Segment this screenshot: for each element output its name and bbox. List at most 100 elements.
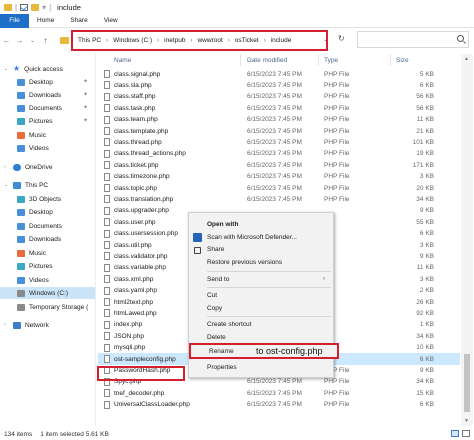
- breadcrumb-osticket[interactable]: osTicket: [235, 37, 259, 44]
- nav-item-onedrive[interactable]: › OneDrive: [4, 161, 52, 173]
- file-row[interactable]: class.team.php 6/15/2023 7:45 PM PHP File 1…: [98, 114, 460, 126]
- breadcrumb-wwwroot[interactable]: wwwroot: [197, 37, 222, 44]
- tab-view[interactable]: View: [96, 14, 126, 28]
- refresh-icon[interactable]: ↻: [338, 34, 345, 43]
- file-row[interactable]: class.staff.php 6/15/2023 7:45 PM PHP File…: [98, 91, 460, 103]
- column-header-type[interactable]: Type: [324, 54, 338, 66]
- nav-item-network[interactable]: › Network: [4, 319, 49, 331]
- chevron-right-icon[interactable]: ›: [228, 38, 230, 44]
- pin-icon[interactable]: ✦: [83, 91, 88, 98]
- menu-item-send-to[interactable]: Send to: [207, 276, 229, 283]
- file-row[interactable]: UniversalClassLoader.php 6/15/2023 7:45 P…: [98, 399, 460, 411]
- nav-item-music-pc[interactable]: Music: [17, 247, 46, 259]
- nav-item-pictures-pc[interactable]: Pictures: [17, 260, 52, 272]
- scrollbar-thumb[interactable]: [464, 354, 470, 412]
- nav-item-videos-pc[interactable]: Videos: [17, 274, 49, 286]
- quick-access-dropdown-icon[interactable]: ▾: [42, 3, 46, 12]
- menu-item-scan-defender[interactable]: Scan with Microsoft Defender...: [207, 234, 297, 241]
- file-row[interactable]: class.ticket.php 6/15/2023 7:45 PM PHP Fil…: [98, 159, 460, 171]
- file-row[interactable]: class.timezone.php 6/15/2023 7:45 PM PHP F…: [98, 171, 460, 183]
- file-date: 6/15/2023 7:45 PM: [247, 116, 302, 124]
- pin-icon[interactable]: ✦: [83, 117, 88, 124]
- chevron-right-icon[interactable]: ›: [264, 38, 266, 44]
- breadcrumb-inetpub[interactable]: inetpub: [164, 37, 185, 44]
- chevron-right-icon[interactable]: ›: [106, 38, 108, 44]
- nav-item-music[interactable]: Music: [17, 129, 46, 141]
- breadcrumb-include[interactable]: include: [271, 37, 292, 44]
- nav-item-downloads-pc[interactable]: Downloads: [17, 233, 61, 245]
- file-row[interactable]: class.task.php 6/15/2023 7:45 PM PHP File 5…: [98, 102, 460, 114]
- vertical-scrollbar[interactable]: ▲ ▼: [461, 54, 473, 426]
- menu-item-delete[interactable]: Delete: [207, 334, 226, 341]
- breadcrumb-this-pc[interactable]: This PC: [78, 37, 101, 44]
- nav-item-quick-access[interactable]: ⌄ ★ Quick access: [4, 63, 63, 75]
- column-divider[interactable]: [240, 54, 241, 66]
- menu-item-copy[interactable]: Copy: [207, 305, 222, 312]
- tab-home[interactable]: Home: [29, 14, 62, 28]
- address-bar[interactable]: This PC › Windows (C:) › inetpub › wwwro…: [71, 30, 328, 51]
- file-row[interactable]: class.sla.php 6/15/2023 7:45 PM PHP File 6 …: [98, 79, 460, 91]
- column-divider[interactable]: [318, 54, 319, 66]
- php-file-icon: [104, 320, 110, 329]
- recent-locations-chevron-icon[interactable]: ⌄: [26, 37, 39, 44]
- nav-item-3d-objects[interactable]: 3D Objects: [17, 193, 61, 205]
- new-folder-icon[interactable]: [31, 3, 40, 11]
- file-row[interactable]: class.thread.php 6/15/2023 7:45 PM PHP Fil…: [98, 136, 460, 148]
- scroll-down-icon[interactable]: ▼: [464, 418, 469, 424]
- php-file-icon: [104, 70, 110, 78]
- scroll-up-icon[interactable]: ▲: [464, 56, 469, 62]
- nav-item-desktop-pc[interactable]: Desktop: [17, 206, 53, 218]
- file-date: 6/15/2023 7:45 PM: [247, 81, 302, 89]
- nav-item-temporary-storage[interactable]: Temporary Storage (: [17, 301, 88, 313]
- tab-file[interactable]: File: [0, 13, 29, 28]
- pin-icon[interactable]: ✦: [83, 78, 88, 85]
- nav-item-desktop[interactable]: Desktop: [17, 76, 53, 88]
- menu-item-rename[interactable]: Rename to ost-config.php: [189, 343, 339, 359]
- nav-item-videos[interactable]: Videos: [17, 142, 49, 154]
- nav-item-windows-c[interactable]: Windows (C:): [0, 287, 95, 299]
- menu-item-properties[interactable]: Properties: [207, 364, 237, 371]
- pin-icon[interactable]: ✦: [83, 104, 88, 111]
- file-row[interactable]: class.signal.php 6/15/2023 7:45 PM PHP Fil…: [98, 68, 460, 80]
- file-row[interactable]: class.thread_actions.php 6/15/2023 7:45 P…: [98, 148, 460, 160]
- nav-item-documents[interactable]: Documents: [17, 102, 62, 114]
- chevron-down-icon[interactable]: ⌄: [4, 66, 9, 72]
- documents-icon: [17, 222, 25, 230]
- menu-item-restore-versions[interactable]: Restore previous versions: [207, 259, 282, 266]
- large-icons-view-icon[interactable]: [462, 430, 470, 437]
- search-input[interactable]: [357, 31, 469, 48]
- column-header-date[interactable]: Date modified: [247, 54, 287, 66]
- chevron-down-icon[interactable]: ⌄: [4, 182, 9, 188]
- up-arrow-icon[interactable]: ↑: [39, 36, 52, 45]
- tab-share[interactable]: Share: [62, 14, 95, 28]
- nav-item-pictures[interactable]: Pictures: [17, 115, 52, 127]
- chevron-right-icon[interactable]: ›: [157, 38, 159, 44]
- properties-icon[interactable]: [20, 3, 29, 11]
- nav-item-this-pc[interactable]: ⌄ This PC: [4, 179, 48, 191]
- menu-item-cut[interactable]: Cut: [207, 292, 217, 299]
- details-view-icon[interactable]: [451, 430, 459, 437]
- php-file-icon: [104, 263, 110, 272]
- breadcrumb-windows-c[interactable]: Windows (C:): [113, 37, 152, 44]
- file-row[interactable]: class.template.php 6/15/2023 7:45 PM PHP F…: [98, 125, 460, 137]
- menu-item-share[interactable]: Share: [207, 246, 224, 253]
- menu-item-open-with[interactable]: Open with: [207, 221, 238, 228]
- file-name: class.user.php: [114, 218, 156, 226]
- php-file-icon: [104, 184, 110, 192]
- file-row[interactable]: class.translation.php 6/15/2023 7:45 PM PH…: [98, 193, 460, 205]
- chevron-right-icon[interactable]: ›: [190, 38, 192, 44]
- forward-arrow-icon[interactable]: →: [13, 36, 26, 45]
- chevron-right-icon[interactable]: ›: [4, 322, 9, 328]
- chevron-right-icon[interactable]: ›: [4, 164, 9, 170]
- column-header-size[interactable]: Size: [396, 54, 409, 66]
- file-name: class.variable.php: [114, 264, 167, 272]
- column-divider[interactable]: [390, 54, 391, 66]
- file-row[interactable]: class.topic.php 6/15/2023 7:45 PM PHP File…: [98, 182, 460, 194]
- menu-item-create-shortcut[interactable]: Create shortcut: [207, 321, 251, 328]
- nav-item-documents-pc[interactable]: Documents: [17, 220, 62, 232]
- nav-item-downloads[interactable]: Downloads: [17, 89, 61, 101]
- column-header-name[interactable]: Name: [114, 54, 131, 66]
- file-row[interactable]: tnef_decoder.php 6/15/2023 7:45 PM PHP Fil…: [98, 387, 460, 399]
- back-arrow-icon[interactable]: ←: [0, 36, 13, 45]
- address-dropdown-icon[interactable]: ⌄: [323, 36, 328, 43]
